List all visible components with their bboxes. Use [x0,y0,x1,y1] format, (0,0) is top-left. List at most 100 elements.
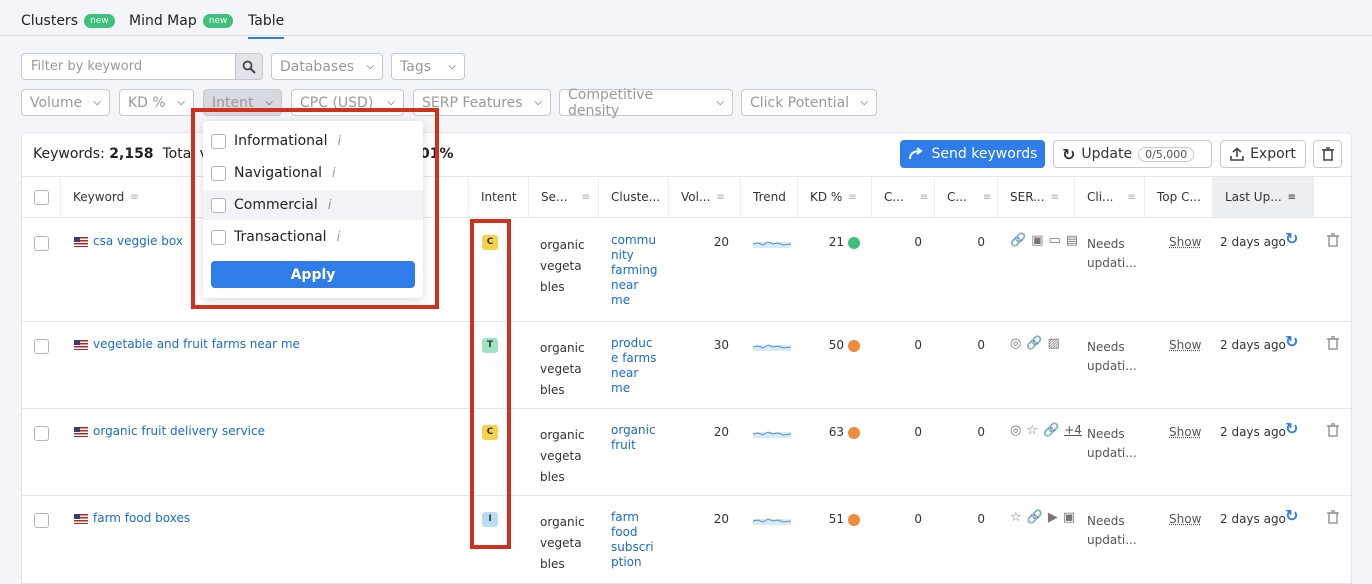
text-line: farming [611,263,658,277]
update-button[interactable]: ↻ Update 0/5,000 [1053,140,1212,168]
keyword-link[interactable]: farm food boxes [74,511,190,526]
cluster-link[interactable]: organic fruit [611,423,656,453]
col-serp[interactable]: SER... ≡ [998,177,1075,217]
kd-cell: 51 [798,512,860,527]
col-cpc[interactable]: C... ≡ [872,177,935,217]
filter-keyword-input[interactable]: Filter by keyword [21,53,236,80]
col-last-updated[interactable]: Last Up... ≡ [1213,177,1314,217]
col-click-potential[interactable]: Cli... ≡ [1075,177,1145,217]
keyword-link[interactable]: vegetable and fruit farms near me [74,337,300,352]
keyword-link[interactable]: organic fruit delivery service [74,424,265,439]
delete-row-icon[interactable] [1327,510,1339,528]
row-checkbox[interactable] [34,236,49,251]
text-line: vegeta [540,259,582,273]
trend-sparkline [752,340,792,355]
dropdown-label: Click Potential [750,94,850,111]
row-checkbox[interactable] [34,513,49,528]
row-checkbox[interactable] [34,426,49,441]
kd-value: 63 [828,425,844,439]
col-label: SER... [1010,190,1045,204]
cluster-link[interactable]: produc e farms near me [611,336,656,396]
text-line: me [611,293,631,307]
text-line: commu [611,233,656,247]
dropdown-label: KD % [128,94,166,111]
text-line: Needs [1087,340,1125,354]
cluster-link[interactable]: commu nity farming near me [611,233,658,308]
tab-clusters[interactable]: Clusters new [21,13,115,29]
cpc-value: 0 [914,235,922,249]
competition-value: 0 [977,338,985,352]
delete-row-icon[interactable] [1327,423,1339,441]
click-potential-cell: Needs updati... [1087,425,1137,463]
row-checkbox[interactable] [34,339,49,354]
tags-dropdown[interactable]: Tags ⌵ [391,53,465,80]
chevron-down-icon: ⌵ [387,97,395,108]
col-intent[interactable]: Intent [469,177,529,217]
cpc-value: 0 [914,338,922,352]
keyword-text: organic fruit delivery service [93,424,265,438]
competitive-density-dropdown[interactable]: Competitive density ⌵ [559,87,733,119]
col-label: Last Up... [1225,190,1282,204]
send-keywords-button[interactable]: Send keywords [900,140,1045,168]
volume-dropdown[interactable]: Volume ⌵ [21,89,110,116]
click-potential-dropdown[interactable]: Click Potential ⌵ [741,89,877,116]
col-competition[interactable]: C... ≡ [935,177,998,217]
refresh-row-icon[interactable]: ↻ [1285,231,1298,247]
pin-icon: ◎ [1010,423,1022,438]
col-top-competitors[interactable]: Top C... [1145,177,1213,217]
tab-label: Clusters [21,13,78,29]
top-competitors-show-link[interactable]: Show [1169,425,1201,440]
volume-value: 30 [713,338,729,352]
text-line: subscri [611,540,654,554]
select-all-checkbox[interactable] [34,189,49,205]
refresh-row-icon[interactable]: ↻ [1285,334,1298,350]
serp-more-link[interactable]: +4 [1064,423,1082,437]
serp-features-cell: 🔗 ▣ ▭ ▤ [1010,233,1083,248]
refresh-row-icon[interactable]: ↻ [1285,508,1298,524]
tab-mind-map[interactable]: Mind Map new [129,13,234,29]
kd-dropdown[interactable]: KD % ⌵ [119,89,194,116]
databases-dropdown[interactable]: Databases ⌵ [271,53,383,80]
col-trend[interactable]: Trend [741,177,798,217]
cluster-link[interactable]: farm food subscri ption [611,510,654,570]
kd-value: 50 [828,338,844,352]
select-all-cell [22,177,61,217]
text-line: near [611,366,639,380]
serp-features-cell: ◎ ☆ 🔗 +4 [1010,423,1082,438]
refresh-row-icon[interactable]: ↻ [1285,421,1298,437]
table-row: vegetable and fruit farms near me T orga… [22,322,1351,409]
sort-icon: ≡ [919,191,929,203]
col-cluster[interactable]: Cluste... [599,177,669,217]
us-flag-icon [74,339,88,350]
delete-row-icon[interactable] [1327,336,1339,354]
text-line: food [611,525,638,539]
top-competitors-show-link[interactable]: Show [1169,338,1201,353]
text-line: vegeta [540,362,582,376]
top-competitors-show-link[interactable]: Show [1169,235,1201,250]
keyword-link[interactable]: csa veggie box [74,234,183,249]
dropdown-label: Tags [400,58,431,75]
chevron-down-icon: ⌵ [860,97,868,108]
search-button[interactable] [235,53,263,80]
update-label: Update [1081,146,1133,162]
export-button[interactable]: Export [1220,140,1306,168]
kd-cell: 50 [798,338,860,353]
text-line: produc [611,336,653,350]
col-volume[interactable]: Vol... ≡ [669,177,741,217]
delete-row-icon[interactable] [1327,233,1339,251]
sort-icon: ≡ [130,191,139,203]
col-kd[interactable]: KD % ≡ [798,177,872,217]
delete-button[interactable] [1313,140,1342,168]
serp-features-cell: ◎ 🔗 ▨ [1010,336,1065,351]
tab-table[interactable]: Table [248,13,285,39]
col-label: Cluste... [611,190,661,204]
table-row: organic fruit delivery service C organic… [22,409,1351,496]
send-label: Send keywords [931,146,1038,162]
top-competitors-show-link[interactable]: Show [1169,512,1201,527]
link-icon: 🔗 [1026,510,1043,525]
star-icon: ☆ [1010,510,1022,525]
col-seed[interactable]: Se... ≡ [529,177,599,217]
keywords-summary: Keywords: 2,158 Total vo [33,146,216,162]
sort-icon: ≡ [1050,191,1059,203]
pin-icon: ◎ [1010,336,1022,351]
